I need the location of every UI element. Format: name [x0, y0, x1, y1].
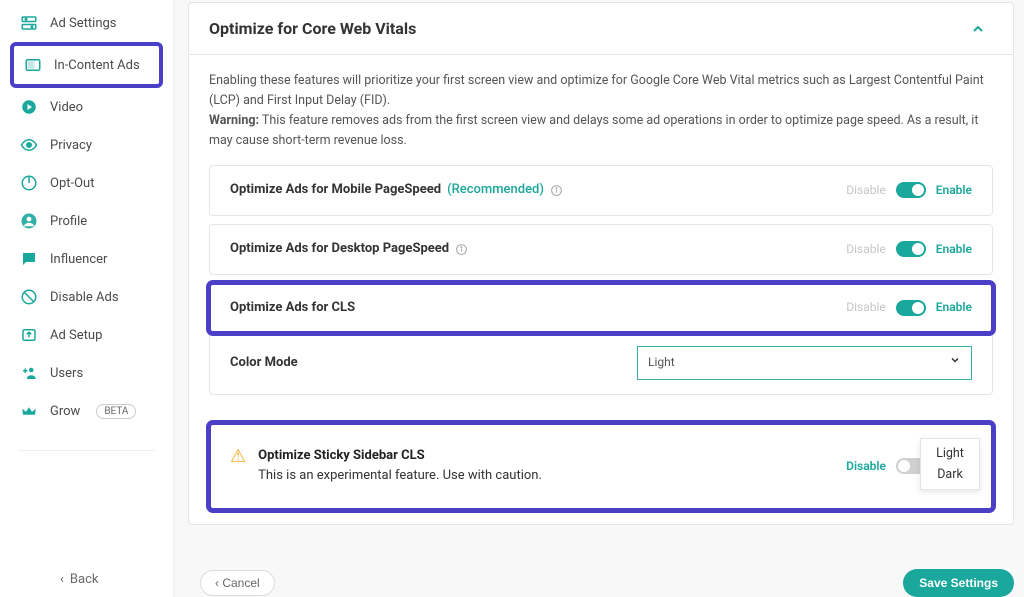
- eye-icon: [20, 136, 38, 154]
- toggle-disable-label: Disable: [846, 181, 886, 200]
- panel-header: Optimize for Core Web Vitals: [189, 3, 1013, 55]
- setting-cls: Optimize Ads for CLS Disable Enable: [209, 283, 993, 334]
- setting-sticky-sidebar-cls: ⚠ Optimize Sticky Sidebar CLS This is an…: [209, 423, 993, 511]
- setting-label-text: Optimize Ads for Desktop PageSpeed: [230, 239, 449, 260]
- info-icon[interactable]: [550, 184, 563, 197]
- color-mode-select[interactable]: Light: [637, 346, 972, 379]
- sidebar-item-label: In-Content Ads: [54, 58, 140, 73]
- sidebar-item-influencer[interactable]: Influencer: [10, 240, 163, 278]
- sidebar-item-profile[interactable]: Profile: [10, 202, 163, 240]
- sidebar-item-ad-setup[interactable]: Ad Setup: [10, 316, 163, 354]
- recommended-tag: (Recommended): [447, 180, 544, 201]
- footer-bar: ‹ Cancel Save Settings: [200, 569, 1014, 597]
- sidebar-item-label: Opt-Out: [50, 176, 94, 191]
- warning-icon: ⚠: [230, 448, 246, 488]
- color-mode-dropdown[interactable]: Light Dark: [920, 438, 980, 490]
- back-label: Back: [70, 572, 99, 587]
- sidebar-item-label: Profile: [50, 214, 87, 229]
- toggle-enable-label: Enable: [936, 240, 972, 259]
- sidebar-item-label: Ad Settings: [50, 16, 117, 31]
- dropdown-option-dark[interactable]: Dark: [921, 464, 979, 485]
- sidebar-item-privacy[interactable]: Privacy: [10, 126, 163, 164]
- toggle-disable-label: Disable: [846, 457, 886, 476]
- sidebar-divider: [18, 450, 155, 451]
- sidebar-item-label: Video: [50, 100, 83, 115]
- main-content: Optimize for Core Web Vitals Enabling th…: [174, 0, 1024, 597]
- user-circle-icon: [20, 212, 38, 230]
- setting-label-text: Optimize Ads for Mobile PageSpeed: [230, 180, 441, 201]
- panel-body: Enabling these features will prioritize …: [189, 55, 1013, 524]
- ban-icon: [20, 288, 38, 306]
- setting-desktop-pagespeed: Optimize Ads for Desktop PageSpeed Disab…: [209, 224, 993, 275]
- sliders-icon: [20, 14, 38, 32]
- cancel-button[interactable]: ‹ Cancel: [200, 570, 275, 596]
- toggle-disable-label: Disable: [846, 298, 886, 317]
- chat-icon: [20, 250, 38, 268]
- collapse-button[interactable]: [963, 21, 993, 37]
- chevron-up-icon: [970, 21, 986, 37]
- export-icon: [20, 326, 38, 344]
- sidebar-item-grow[interactable]: Grow BETA: [10, 392, 163, 430]
- toggle-mobile-pagespeed[interactable]: [896, 182, 926, 198]
- layout-icon: [24, 56, 42, 74]
- sidebar-item-label: Ad Setup: [50, 328, 102, 343]
- sidebar-item-label: Users: [50, 366, 83, 381]
- toggle-enable-label: Enable: [936, 181, 972, 200]
- setting-label-text: Optimize Sticky Sidebar CLS: [258, 446, 542, 467]
- sidebar-item-video[interactable]: Video: [10, 88, 163, 126]
- setting-label-text: Optimize Ads for CLS: [230, 298, 355, 319]
- toggle-disable-label: Disable: [846, 240, 886, 259]
- save-settings-button[interactable]: Save Settings: [903, 569, 1014, 597]
- panel-warning: Warning: This feature removes ads from t…: [209, 111, 993, 151]
- toggle-enable-label: Enable: [936, 298, 972, 317]
- panel-card: Optimize for Core Web Vitals Enabling th…: [188, 2, 1014, 525]
- sidebar-item-disable-ads[interactable]: Disable Ads: [10, 278, 163, 316]
- sidebar-item-label: Influencer: [50, 252, 107, 267]
- users-add-icon: [20, 364, 38, 382]
- toggle-cls[interactable]: [896, 300, 926, 316]
- chevron-left-icon: ‹: [60, 572, 64, 587]
- beta-badge: BETA: [96, 404, 136, 419]
- setting-mobile-pagespeed: Optimize Ads for Mobile PageSpeed (Recom…: [209, 165, 993, 216]
- panel-title: Optimize for Core Web Vitals: [209, 19, 963, 38]
- setting-color-mode: Color Mode Light: [209, 332, 993, 394]
- power-icon: [20, 174, 38, 192]
- dropdown-option-light[interactable]: Light: [921, 443, 979, 464]
- setting-sublabel: This is an experimental feature. Use wit…: [258, 468, 542, 483]
- sidebar-item-ad-settings[interactable]: Ad Settings: [10, 4, 163, 42]
- chevron-down-icon: [949, 353, 961, 372]
- panel-description: Enabling these features will prioritize …: [209, 71, 993, 111]
- crown-icon: [20, 402, 38, 420]
- toggle-desktop-pagespeed[interactable]: [896, 241, 926, 257]
- sidebar: Ad Settings In-Content Ads Video Privacy: [0, 0, 174, 597]
- back-link[interactable]: ‹ Back: [0, 572, 173, 587]
- sidebar-item-opt-out[interactable]: Opt-Out: [10, 164, 163, 202]
- sidebar-item-label: Disable Ads: [50, 290, 119, 305]
- sidebar-item-label: Privacy: [50, 138, 92, 153]
- info-icon[interactable]: [455, 243, 468, 256]
- sidebar-item-in-content-ads[interactable]: In-Content Ads: [10, 42, 163, 88]
- select-value: Light: [648, 353, 675, 372]
- play-circle-icon: [20, 98, 38, 116]
- sidebar-item-users[interactable]: Users: [10, 354, 163, 392]
- sidebar-item-label: Grow: [50, 404, 80, 419]
- setting-label-text: Color Mode: [230, 353, 298, 374]
